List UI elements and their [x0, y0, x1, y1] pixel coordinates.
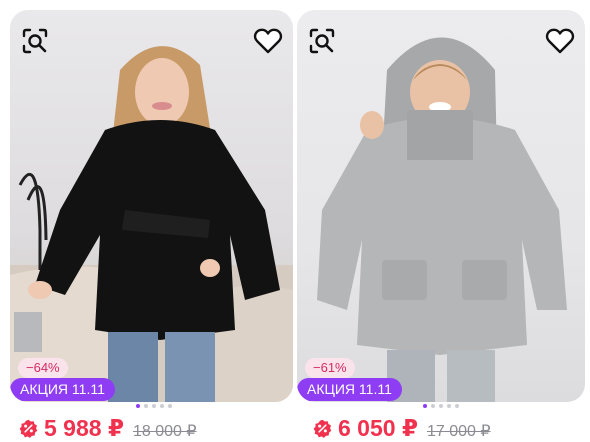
old-price: 18 000 ₽ [132, 423, 197, 440]
product-photo [317, 37, 567, 402]
carousel-dot [160, 404, 164, 408]
carousel-dots [136, 404, 172, 408]
product-image[interactable]: −64% АКЦИЯ 11.11 [10, 10, 293, 402]
image-search-button[interactable] [18, 24, 52, 58]
product-photo [10, 46, 293, 402]
heart-icon [545, 28, 575, 54]
image-search-button[interactable] [305, 24, 339, 58]
price: 6 050 ₽ [338, 415, 418, 441]
carousel-dot [447, 404, 451, 408]
price-row: 5 988 ₽ 18 000 ₽ [19, 415, 197, 442]
wallet-badge-icon [19, 419, 38, 438]
price: 5 988 ₽ [44, 415, 124, 441]
price-row: 6 050 ₽ 17 000 ₽ [313, 415, 491, 442]
carousel-dot [144, 404, 148, 408]
image-search-icon [22, 28, 48, 54]
old-price: 17 000 ₽ [426, 423, 491, 440]
promo-badge: АКЦИЯ 11.11 [10, 378, 115, 401]
heart-icon [253, 28, 283, 54]
product-image[interactable]: −61% АКЦИЯ 11.11 [297, 10, 585, 402]
product-card[interactable]: −64% АКЦИЯ 11.11 5 988 ₽ 18 000 ₽ [10, 10, 293, 441]
favorite-button[interactable] [543, 24, 577, 58]
carousel-dot [455, 404, 459, 408]
carousel-dots [423, 404, 459, 408]
promo-badge: АКЦИЯ 11.11 [297, 378, 402, 401]
carousel-dot [168, 404, 172, 408]
carousel-dot [431, 404, 435, 408]
discount-badge: −61% [305, 358, 355, 378]
product-card[interactable]: −61% АКЦИЯ 11.11 6 050 ₽ 17 000 ₽ [297, 10, 585, 441]
carousel-dot [423, 404, 427, 408]
carousel-dot [152, 404, 156, 408]
carousel-dot [136, 404, 140, 408]
carousel-dot [439, 404, 443, 408]
wallet-badge-icon [313, 419, 332, 438]
discount-badge: −64% [18, 358, 68, 378]
image-search-icon [309, 28, 335, 54]
favorite-button[interactable] [251, 24, 285, 58]
